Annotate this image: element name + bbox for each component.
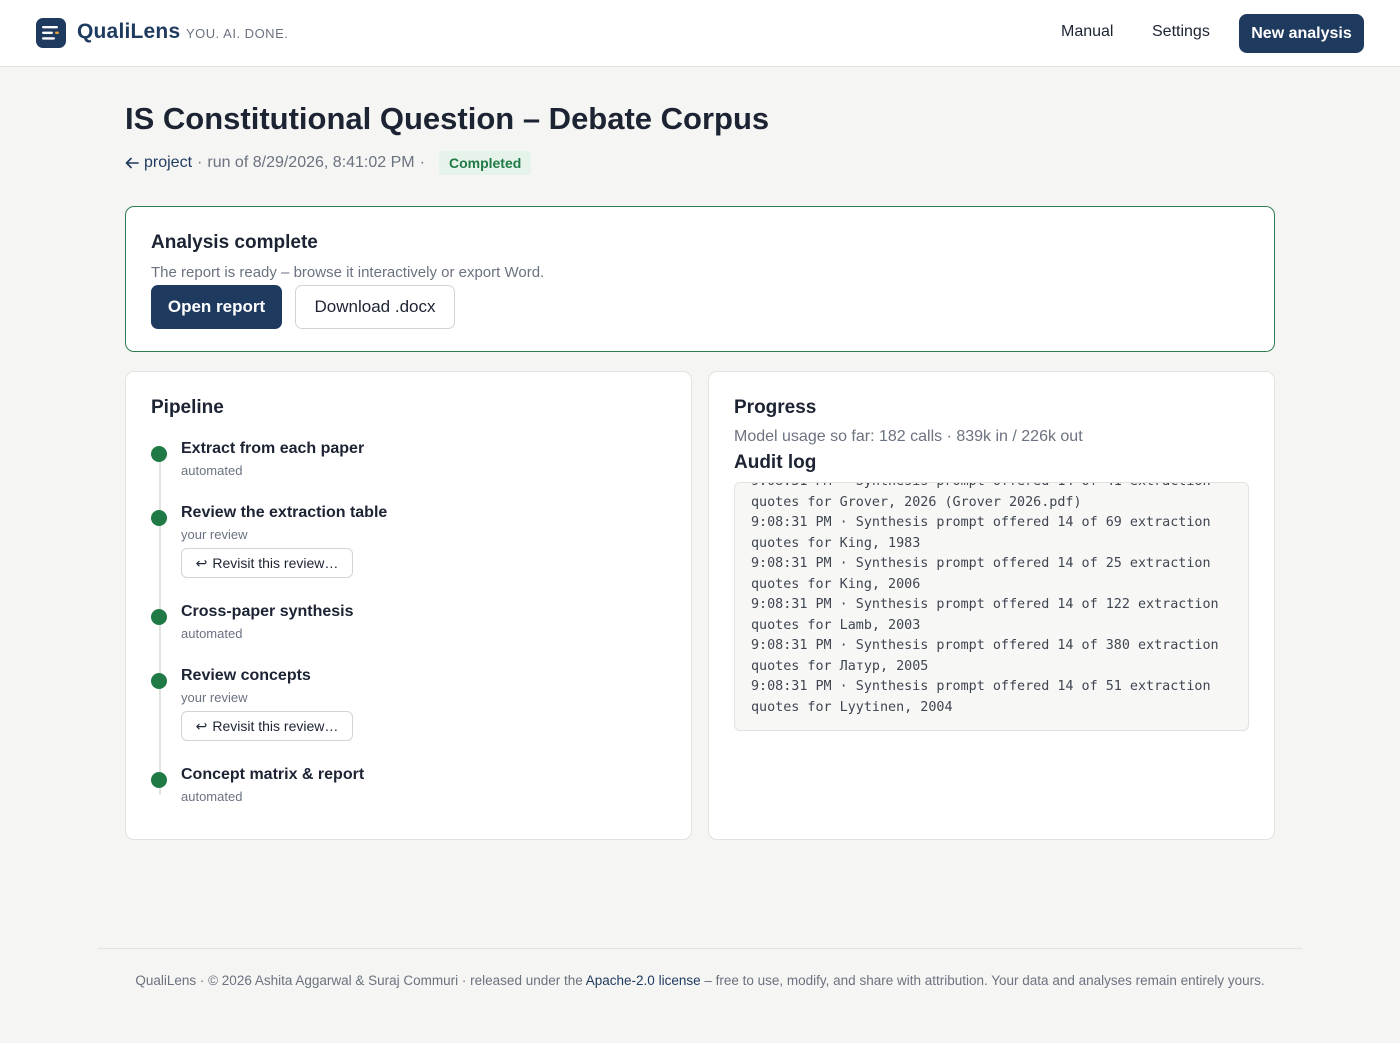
analysis-complete-description: The report is ready – browse it interact… (151, 264, 545, 281)
analysis-complete-title: Analysis complete (151, 232, 318, 253)
nav-manual[interactable]: Manual (1061, 23, 1113, 41)
run-timestamp: run of 8/29/2026, 8:41:02 PM (207, 154, 415, 171)
log-line: 9:08:31 PM · Synthesis prompt offered 14… (751, 597, 1219, 612)
pipeline-card: Pipeline Extract from each paper automat… (125, 371, 692, 840)
step-title: Review the extraction table (181, 504, 388, 521)
step-subtitle: your review (181, 690, 248, 705)
revisit-review-button[interactable]: ↩ Revisit this review… (181, 548, 353, 578)
meta-separator: · (419, 154, 425, 171)
log-line: quotes for King, 2006 (751, 576, 921, 592)
revisit-label: Revisit this review… (212, 718, 339, 734)
log-line: 9:08:31 PM · Synthesis prompt offered 14… (751, 515, 1211, 530)
new-analysis-button[interactable]: New analysis (1239, 14, 1364, 53)
analysis-complete-card: Analysis complete The report is ready – … (125, 206, 1275, 352)
log-line: quotes for Grover, 2026 (Grover 2026.pdf… (751, 494, 1082, 510)
step-title: Concept matrix & report (181, 766, 365, 783)
audit-log[interactable]: 9:08:31 PM · Synthesis prompt offered 14… (734, 482, 1249, 731)
pipeline-title: Pipeline (151, 397, 224, 418)
step-title: Extract from each paper (181, 440, 365, 457)
log-line: 9:08:31 PM · Synthesis prompt offered 14… (751, 638, 1219, 653)
audit-log-title: Audit log (734, 452, 817, 473)
step-subtitle: automated (181, 789, 243, 804)
progress-card: Progress Model usage so far: 182 calls ·… (708, 371, 1275, 840)
download-docx-button[interactable]: Download .docx (295, 285, 455, 329)
status-badge: Completed (438, 151, 532, 175)
step-complete-dot (151, 446, 167, 462)
nav-settings[interactable]: Settings (1152, 23, 1210, 41)
log-line: quotes for Lamb, 2003 (751, 617, 921, 633)
audit-log-content: 9:08:31 PM · Synthesis prompt offered 14… (751, 483, 1241, 718)
log-line: quotes for Lyytinen, 2004 (751, 699, 953, 715)
undo-arrow-icon: ↩ (195, 554, 208, 571)
footer-text: – free to use, modify, and share with at… (704, 973, 1265, 988)
footer-text: QualiLens · © 2026 Ashita Aggarwal & Sur… (135, 973, 583, 988)
license-link[interactable]: Apache-2.0 license (586, 973, 701, 988)
top-bar: QualiLens YOU. AI. DONE. Manual Settings… (0, 0, 1400, 67)
log-line: quotes for Латур, 2005 (751, 658, 929, 674)
revisit-label: Revisit this review… (212, 555, 339, 571)
page-title: IS Constitutional Question – Debate Corp… (125, 101, 770, 136)
step-subtitle: your review (181, 527, 248, 542)
revisit-review-button[interactable]: ↩ Revisit this review… (181, 711, 353, 741)
model-usage: Model usage so far: 182 calls · 839k in … (734, 428, 1083, 445)
step-complete-dot (151, 673, 167, 689)
log-line: 9:08:31 PM · Synthesis prompt offered 14… (751, 556, 1211, 571)
back-link-label: project (144, 154, 193, 171)
log-line: 9:08:31 PM · Synthesis prompt offered 14… (751, 679, 1211, 694)
step-title: Cross-paper synthesis (181, 603, 354, 620)
footer: QualiLens · © 2026 Ashita Aggarwal & Sur… (120, 970, 1280, 991)
open-report-button[interactable]: Open report (151, 285, 282, 329)
step-complete-dot (151, 772, 167, 788)
log-line: 9:08:31 PM · Synthesis prompt offered 14… (751, 483, 1241, 493)
footer-divider (98, 948, 1302, 949)
run-meta: project · run of 8/29/2026, 8:41:02 PM ·… (125, 151, 532, 175)
brand-tagline: YOU. AI. DONE. (186, 26, 289, 41)
arrow-left-icon (125, 157, 139, 169)
progress-title: Progress (734, 397, 817, 418)
app-logo[interactable] (36, 18, 66, 48)
meta-separator: · (197, 154, 203, 171)
brand-name[interactable]: QualiLens (77, 20, 180, 44)
lines-icon (42, 26, 59, 40)
step-subtitle: automated (181, 463, 243, 478)
undo-arrow-icon: ↩ (195, 717, 208, 734)
step-complete-dot (151, 609, 167, 625)
step-subtitle: automated (181, 626, 243, 641)
log-line: quotes for King, 1983 (751, 535, 921, 551)
back-to-project-link[interactable]: project (125, 154, 192, 172)
step-title: Review concepts (181, 667, 311, 684)
step-complete-dot (151, 510, 167, 526)
